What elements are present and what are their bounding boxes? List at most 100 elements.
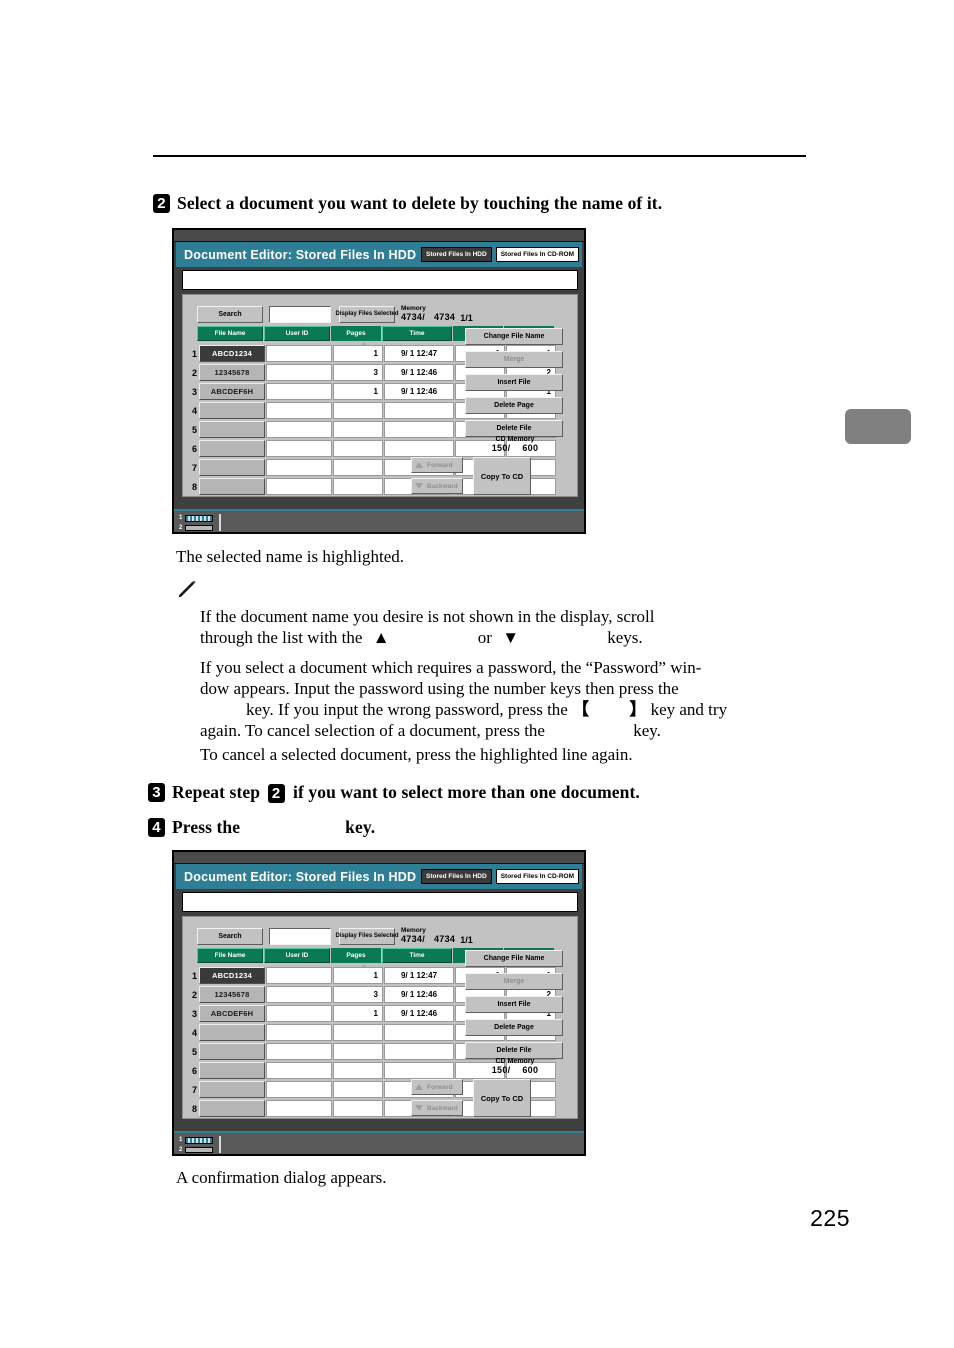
lcd-top-strip — [174, 230, 584, 242]
page-indicator-2: 1/1 — [460, 935, 473, 945]
file-name-cell[interactable] — [199, 1081, 265, 1098]
backward-label-2: Backward — [427, 1104, 458, 1112]
backward-label: Backward — [427, 482, 458, 490]
file-name-cell[interactable]: ABCD1234 — [199, 967, 265, 984]
memory-total: 4734 — [433, 312, 456, 322]
user-id-cell — [266, 1062, 332, 1079]
user-id-cell — [266, 440, 332, 457]
step-2-marker: 2 — [153, 194, 170, 213]
search-button[interactable]: Search — [197, 305, 263, 323]
tab-stored-files-hdd-2[interactable]: Stored Files In HDD — [421, 869, 492, 884]
lcd-footer: 1 2 — [174, 509, 584, 532]
display-files-selected-button[interactable]: Display Files Selected — [335, 305, 399, 323]
file-name-cell[interactable]: 12345678 — [199, 986, 265, 1003]
column-header-time[interactable]: Time — [382, 326, 452, 341]
insert-file-button[interactable]: Insert File — [465, 374, 563, 391]
file-name-cell[interactable] — [199, 421, 265, 438]
file-name-cell[interactable] — [199, 459, 265, 476]
column-header-pages-2[interactable]: Pages — [331, 948, 381, 963]
pages-cell — [333, 421, 383, 438]
copy-to-cd-button-2[interactable]: Copy To CD — [473, 1079, 531, 1117]
pages-cell: 1 — [333, 967, 383, 984]
delete-page-button[interactable]: Delete Page — [465, 397, 563, 414]
merge-button[interactable]: Merge — [465, 351, 563, 368]
file-name-cell[interactable]: ABCD1234 — [199, 345, 265, 362]
note-p2-line3-b: key and try — [650, 700, 728, 719]
display-files-selected-button-2[interactable]: Display Files Selected — [335, 927, 399, 945]
search-input-2[interactable] — [269, 927, 331, 945]
change-file-name-button[interactable]: Change File Name — [465, 328, 563, 345]
file-name-cell[interactable]: ABCDEF6H — [199, 1005, 265, 1022]
cd-memory-used: 150/ — [491, 443, 511, 453]
tab-stored-files-cdrom-2[interactable]: Stored Files In CD-ROM — [495, 869, 579, 884]
lcd-title-2: Document Editor: Stored Files In HDD — [184, 869, 417, 884]
memory-used-2: 4734/ — [401, 934, 426, 944]
tab-stored-files-hdd[interactable]: Stored Files In HDD — [421, 247, 492, 262]
time-cell — [384, 440, 454, 457]
copy-to-cd-button[interactable]: Copy To CD — [473, 457, 531, 495]
forward-button[interactable]: Forward — [411, 457, 463, 473]
triangle-up-icon — [415, 462, 423, 468]
user-id-cell — [266, 1043, 332, 1060]
memory-used: 4734/ — [401, 312, 426, 322]
time-cell: 9/ 1 12:47 — [384, 345, 454, 362]
column-header-file-name[interactable]: File Name — [197, 326, 263, 341]
time-cell — [384, 1062, 454, 1079]
file-name-cell[interactable] — [199, 440, 265, 457]
file-name-cell[interactable]: 12345678 — [199, 364, 265, 381]
user-id-cell — [266, 459, 332, 476]
file-name-cell[interactable] — [199, 1100, 265, 1117]
search-input[interactable] — [269, 305, 331, 323]
bracket-open-icon: 【 — [572, 700, 590, 719]
user-id-cell — [266, 1024, 332, 1041]
user-id-cell — [266, 986, 332, 1003]
time-cell — [384, 1043, 454, 1060]
file-name-cell[interactable] — [199, 402, 265, 419]
pages-cell — [333, 1081, 383, 1098]
file-name-cell[interactable] — [199, 1024, 265, 1041]
file-name-cell[interactable] — [199, 1062, 265, 1079]
row-number: 2 — [191, 367, 197, 378]
lcd-body-panel-2: Search Display Files Selected Memory 473… — [182, 916, 578, 1119]
pages-cell — [333, 440, 383, 457]
search-button-2[interactable]: Search — [197, 927, 263, 945]
column-header-user-id-2[interactable]: User ID — [264, 948, 330, 963]
row-number: 5 — [191, 1046, 197, 1057]
column-header-time-2[interactable]: Time — [382, 948, 452, 963]
chapter-margin-tab — [845, 409, 911, 444]
backward-button[interactable]: Backward — [411, 478, 463, 494]
row-number: 4 — [191, 1027, 197, 1038]
forward-button-2[interactable]: Forward — [411, 1079, 463, 1095]
change-file-name-button-2[interactable]: Change File Name — [465, 950, 563, 967]
file-name-cell[interactable]: ABCDEF6H — [199, 383, 265, 400]
cd-memory-total: 600 — [522, 443, 539, 453]
lcd-title-bar-2: Document Editor: Stored Files In HDD Sto… — [176, 864, 582, 889]
file-name-cell[interactable] — [199, 478, 265, 495]
insert-file-button-2[interactable]: Insert File — [465, 996, 563, 1013]
row-number: 1 — [191, 348, 197, 359]
note-p1-line2-a: through the list with the — [200, 628, 363, 647]
tray-2-bar-icon-2 — [185, 1147, 213, 1153]
tab-stored-files-cdrom[interactable]: Stored Files In CD-ROM — [495, 247, 579, 262]
delete-page-button-2[interactable]: Delete Page — [465, 1019, 563, 1036]
column-header-file-name-2[interactable]: File Name — [197, 948, 263, 963]
note-paragraph-3: To cancel a selected document, press the… — [200, 745, 633, 764]
step-3-marker: 3 — [148, 783, 165, 802]
column-header-pages[interactable]: Pages — [331, 326, 381, 341]
lcd-title-bar: Document Editor: Stored Files In HDD Sto… — [176, 242, 582, 267]
tray-status-widget-2: 1 2 — [179, 1136, 221, 1153]
search-row-2: Search Display Files Selected Memory 473… — [197, 927, 473, 945]
row-number: 7 — [191, 462, 197, 473]
step-3-text-before: Repeat step — [172, 782, 265, 802]
merge-button-2[interactable]: Merge — [465, 973, 563, 990]
column-header-user-id[interactable]: User ID — [264, 326, 330, 341]
forward-label-2: Forward — [427, 1083, 453, 1091]
backward-button-2[interactable]: Backward — [411, 1100, 463, 1116]
note-p2-line3: key. If you input the wrong password, pr… — [200, 699, 796, 720]
pages-cell — [333, 1024, 383, 1041]
step-4-marker: 4 — [148, 818, 165, 837]
row-number: 1 — [191, 970, 197, 981]
user-id-cell — [266, 1100, 332, 1117]
step-3-inline-marker: 2 — [267, 784, 285, 803]
file-name-cell[interactable] — [199, 1043, 265, 1060]
